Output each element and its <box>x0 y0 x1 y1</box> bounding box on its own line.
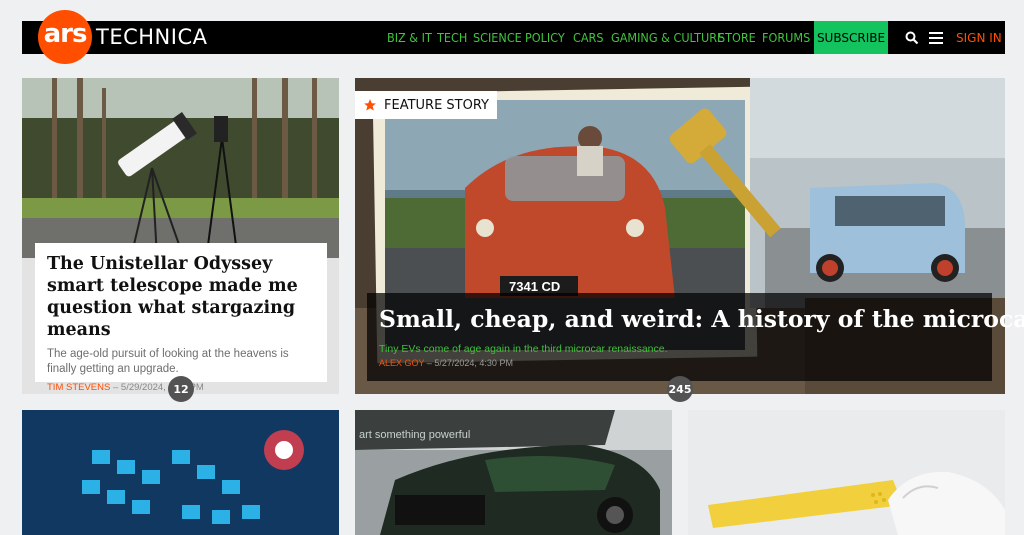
article-dek-telescope: The age-old pursuit of looking at the he… <box>47 348 289 375</box>
article-card-security[interactable] <box>22 410 339 535</box>
nav-item-cars[interactable]: CARS <box>573 21 604 54</box>
telescope-caption-box: The Unistellar Odyssey smart telescope m… <box>35 243 327 393</box>
security-laptops-illustration <box>22 410 339 535</box>
svg-text:art something powerful: art something powerful <box>359 429 470 441</box>
logo-technica-text[interactable]: TECHNICA <box>96 25 207 49</box>
logo-ars-text[interactable]: ars <box>38 19 92 49</box>
search-icon[interactable] <box>903 21 921 54</box>
subscribe-button[interactable]: SUBSCRIBE <box>814 21 888 54</box>
comment-count-badge[interactable]: 245 <box>667 376 693 402</box>
nav-item-tech[interactable]: TECH <box>437 21 467 54</box>
article-card-car[interactable]: art something powerful <box>355 410 672 535</box>
hamburger-menu-icon[interactable] <box>927 21 945 54</box>
feature-article-byline: ALEX GOY – 5/27/2024, 4:30 PM <box>379 358 980 368</box>
nav-item-science[interactable]: SCIENCE <box>473 21 522 54</box>
article-date: – 5/27/2024, 4:30 PM <box>426 358 513 368</box>
svg-text:7341 CD: 7341 CD <box>509 279 560 294</box>
nav-item-gaming-culture[interactable]: GAMING & CULTURE <box>611 21 724 54</box>
yellow-strip-photo <box>688 410 1005 535</box>
feature-caption-box: Small, cheap, and weird: A history of th… <box>367 293 1024 381</box>
sign-in-link[interactable]: SIGN IN <box>956 21 1002 54</box>
feature-story-text: FEATURE STORY <box>384 97 489 113</box>
green-car-photo: art something powerful <box>355 410 672 535</box>
article-card-science[interactable] <box>688 410 1005 535</box>
star-icon <box>364 99 376 111</box>
nav-item-policy[interactable]: POLICY <box>525 21 565 54</box>
nav-item-biz-it[interactable]: BIZ & IT <box>387 21 432 54</box>
feature-story-label: FEATURE STORY <box>355 91 497 119</box>
author-link[interactable]: ALEX GOY <box>379 358 424 368</box>
feature-article-title[interactable]: Small, cheap, and weird: A history of th… <box>379 305 1024 333</box>
author-link[interactable]: TIM STEVENS <box>47 382 110 393</box>
article-title-telescope[interactable]: The Unistellar Odyssey smart telescope m… <box>47 253 315 341</box>
nav-item-store[interactable]: STORE <box>718 21 756 54</box>
feature-article-dek: Tiny EVs come of age again in the third … <box>379 343 668 355</box>
nav-item-forums[interactable]: FORUMS <box>762 21 810 54</box>
comment-count-badge[interactable]: 12 <box>168 376 194 402</box>
